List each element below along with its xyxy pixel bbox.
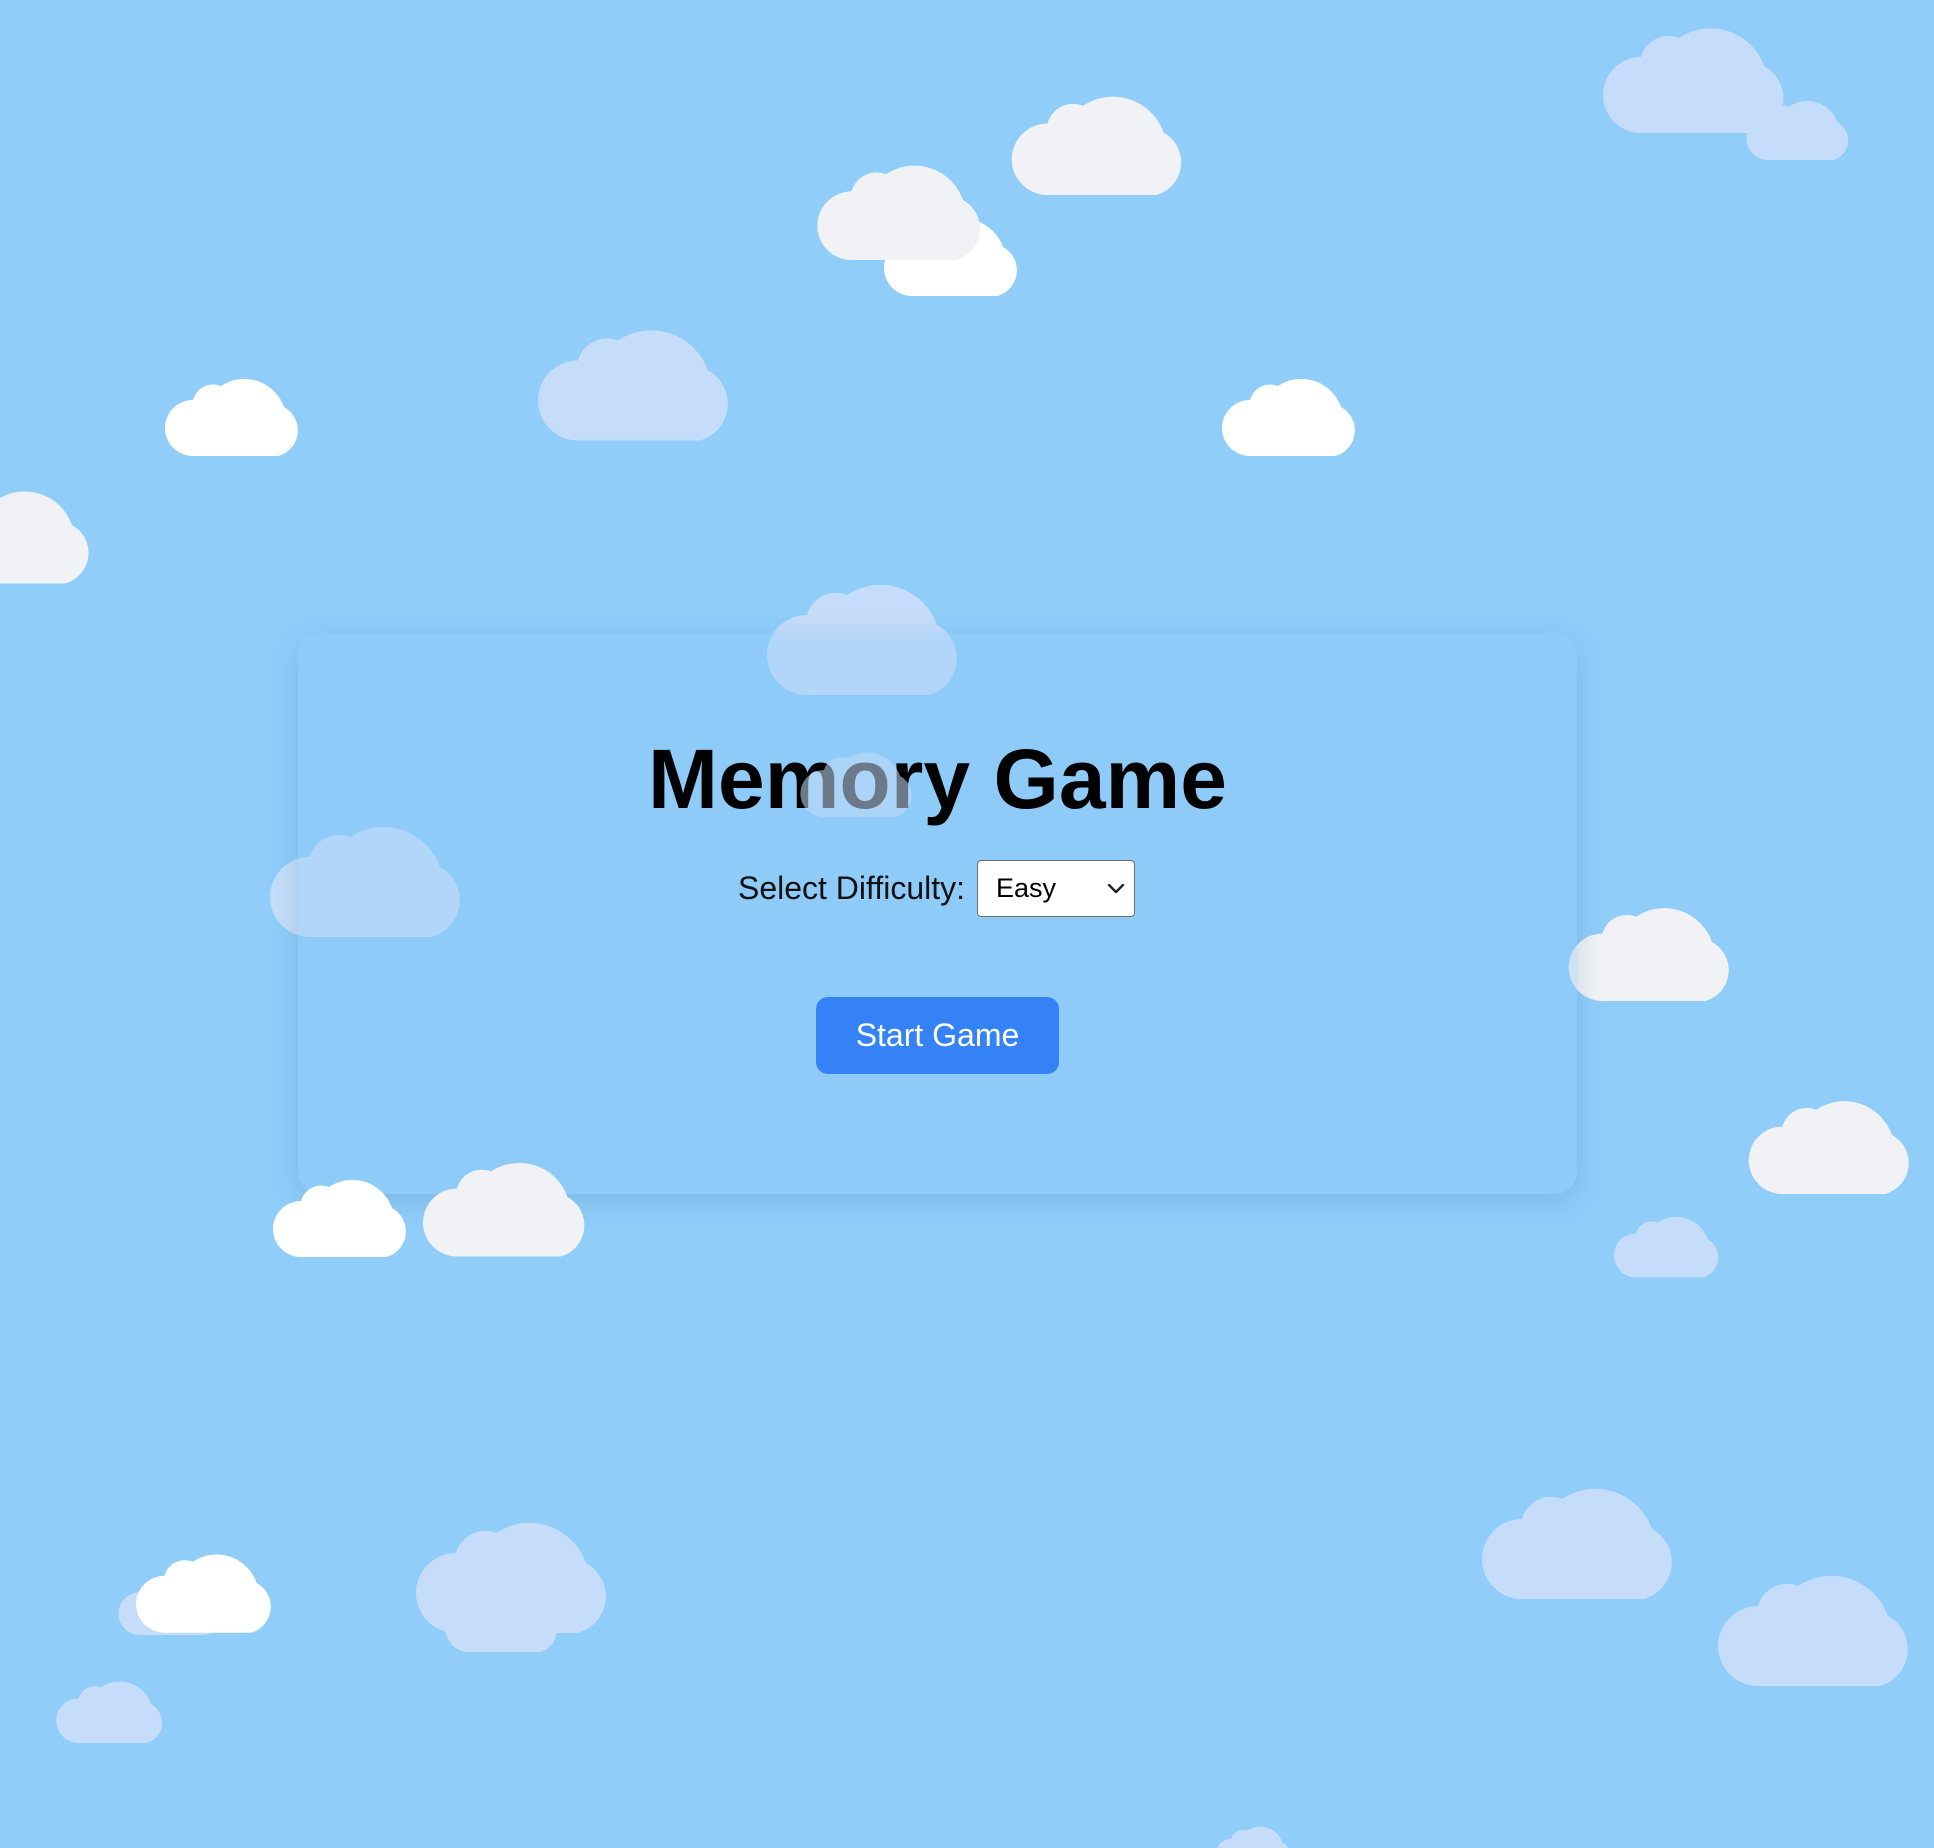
cloud-icon [1215, 1815, 1295, 1848]
chevron-down-icon [1107, 883, 1125, 894]
cloud-icon [1568, 883, 1738, 1001]
cloud-icon [1748, 1076, 1918, 1194]
difficulty-label: Select Difficulty: [737, 869, 966, 906]
start-game-button[interactable]: Start Game [816, 997, 1059, 1074]
cloud-icon [136, 1533, 278, 1633]
cloud-icon [817, 140, 989, 260]
cloud-icon [1222, 358, 1362, 456]
cloud-icon [1745, 85, 1855, 160]
cloud-icon [538, 300, 738, 441]
cloud-icon [0, 465, 97, 585]
difficulty-selected-value: Easy [996, 872, 1057, 903]
cloud-icon [1614, 1200, 1724, 1278]
difficulty-row: Select Difficulty: Easy [298, 859, 1577, 917]
difficulty-select[interactable]: Easy [977, 859, 1136, 917]
cloud-icon [1482, 1459, 1682, 1599]
cloud-icon [445, 1570, 563, 1652]
cloud-icon [165, 358, 305, 456]
cloud-icon [1718, 1546, 1918, 1686]
start-panel: Memory Game Select Difficulty: Easy Star… [298, 633, 1577, 1194]
cloud-icon [56, 1665, 168, 1743]
game-title: Memory Game [648, 732, 1227, 826]
cloud-icon [1000, 70, 1202, 195]
